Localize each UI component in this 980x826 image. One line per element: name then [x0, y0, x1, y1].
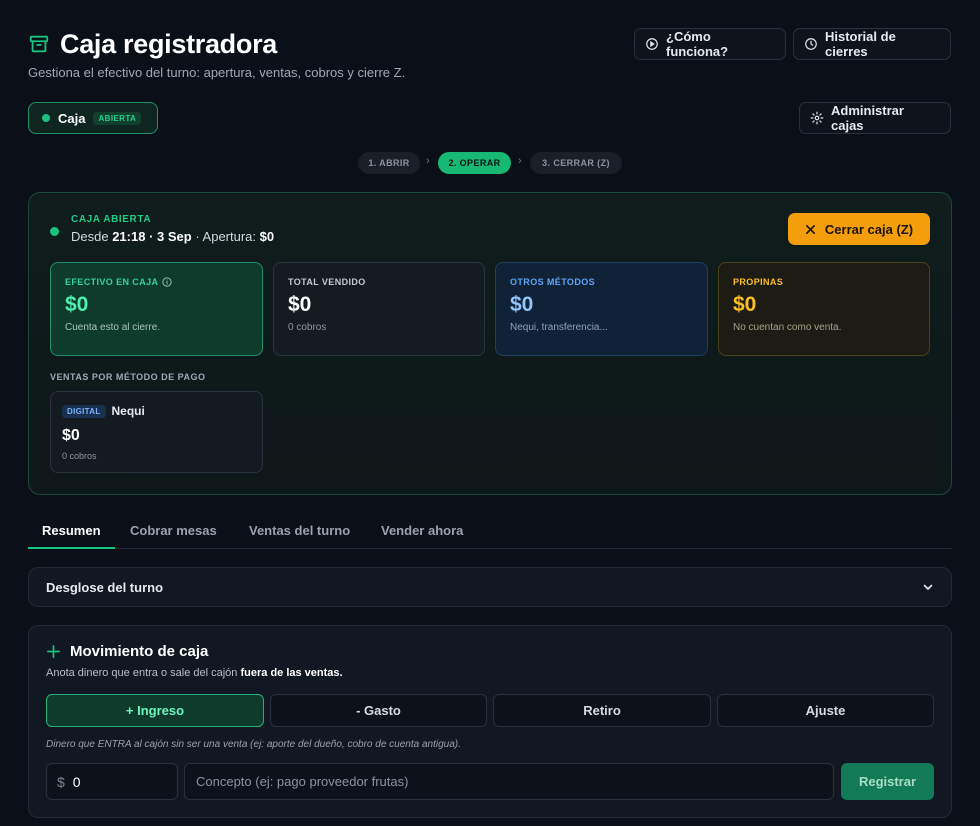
status-title: CAJA ABIERTA [71, 214, 152, 225]
other-methods-card: OTROS MÉTODOS $0 Nequi, transferencia... [495, 262, 708, 356]
chevron-right-icon: › [518, 155, 522, 167]
movement-title-row: Movimiento de caja [46, 643, 208, 660]
shift-breakdown-accordion[interactable]: Desglose del turno [28, 567, 952, 607]
movement-type-adjustment[interactable]: Ajuste [717, 694, 934, 727]
movement-description-bold: fuera de las ventas. [240, 667, 343, 679]
manage-registers-label: Administrar cajas [831, 103, 904, 133]
movement-type-income[interactable]: + Ingreso [46, 694, 264, 727]
play-circle-icon [645, 37, 659, 51]
chevron-right-icon: › [426, 155, 430, 167]
closing-history-label: Historial de cierres [825, 29, 896, 59]
amount-input[interactable] [72, 773, 163, 790]
gear-icon [810, 111, 824, 125]
register-movement-button[interactable]: Registrar [841, 763, 934, 800]
close-register-label: Cerrar caja (Z) [824, 221, 914, 237]
status-opening-value: $0 [259, 229, 275, 244]
caja-selector[interactable]: Caja ABIERTA [28, 102, 158, 134]
closing-history-button[interactable]: Historial de cierres [793, 28, 951, 60]
movement-description: Anota dinero que entra o sale del cajón … [46, 667, 343, 679]
concept-input[interactable] [196, 774, 822, 789]
movement-type-withdrawal[interactable]: Retiro [493, 694, 711, 727]
total-sold-card: TOTAL VENDIDO $0 0 cobros [273, 262, 485, 356]
card-note: 0 cobros [288, 322, 327, 333]
payment-method-card: DIGITAL Nequi $0 0 cobros [50, 391, 263, 473]
card-value: $0 [510, 293, 534, 316]
tab-bar: Resumen Cobrar mesas Ventas del turno Ve… [28, 513, 952, 549]
method-badge: DIGITAL [62, 404, 106, 418]
step-close: 3. CERRAR (Z) [530, 152, 622, 174]
manage-registers-button[interactable]: Administrar cajas [799, 102, 951, 134]
tab-summary[interactable]: Resumen [42, 523, 101, 538]
card-label: EFECTIVO EN CAJA [65, 277, 248, 287]
status-since-prefix: Desde [71, 229, 109, 244]
status-line: Desde 21:18 · 3 Sep · Apertura: $0 [71, 229, 274, 244]
method-header: DIGITAL Nequi [62, 404, 251, 418]
card-label-text: EFECTIVO EN CAJA [65, 277, 159, 287]
step-open: 1. ABRIR [358, 152, 420, 174]
method-value: $0 [62, 427, 80, 444]
close-icon [805, 224, 816, 235]
how-it-works-label: ¿Cómo funciona? [666, 29, 729, 59]
cash-in-register-card: EFECTIVO EN CAJA $0 Cuenta esto al cierr… [50, 262, 263, 356]
page-subtitle: Gestiona el efectivo del turno: apertura… [28, 65, 406, 80]
plus-icon [46, 644, 61, 659]
method-note: 0 cobros [62, 451, 97, 461]
cash-register-icon [28, 33, 50, 55]
page-title: Caja registradora [60, 28, 277, 59]
movement-description-text: Anota dinero que entra o sale del cajón [46, 667, 241, 679]
card-note: Nequi, transferencia... [510, 322, 608, 333]
card-label: OTROS MÉTODOS [510, 277, 596, 287]
open-status-dot [42, 114, 50, 122]
currency-prefix: $ [57, 773, 65, 790]
status-since-value: 21:18 · 3 Sep [112, 229, 192, 244]
card-label: TOTAL VENDIDO [288, 277, 366, 287]
method-name: Nequi [111, 404, 145, 418]
caja-label: Caja [58, 110, 86, 126]
active-tab-indicator [28, 547, 115, 549]
movement-type-expense[interactable]: - Gasto [270, 694, 487, 727]
status-dot [50, 227, 59, 236]
tab-shift-sales[interactable]: Ventas del turno [249, 523, 350, 538]
step-operate: 2. OPERAR [438, 152, 511, 174]
close-register-button[interactable]: Cerrar caja (Z) [788, 213, 930, 245]
open-badge: ABIERTA [93, 111, 142, 125]
accordion-title: Desglose del turno [46, 579, 164, 595]
concept-field[interactable] [184, 763, 834, 800]
tab-charge-tables[interactable]: Cobrar mesas [130, 523, 217, 538]
amount-field[interactable]: $ [46, 763, 178, 800]
info-icon[interactable] [162, 277, 173, 287]
card-note: No cuentan como venta. [733, 322, 842, 333]
card-value: $0 [288, 293, 312, 316]
chevron-down-icon [922, 581, 934, 593]
movement-hint: Dinero que ENTRA al cajón sin ser una ve… [46, 739, 461, 750]
movement-title: Movimiento de caja [70, 643, 209, 660]
card-label: PROPINAS [733, 277, 784, 287]
how-it-works-button[interactable]: ¿Cómo funciona? [634, 28, 786, 60]
title-row: Caja registradora [28, 28, 277, 60]
tips-card: PROPINAS $0 No cuentan como venta. [718, 262, 930, 356]
card-value: $0 [733, 293, 757, 316]
clock-icon [804, 37, 818, 51]
card-note: Cuenta esto al cierre. [65, 322, 161, 333]
tab-sell-now[interactable]: Vender ahora [381, 523, 463, 538]
status-opening-label: · Apertura: [195, 229, 257, 244]
card-value: $0 [65, 293, 89, 316]
sales-by-method-title: VENTAS POR MÉTODO DE PAGO [50, 372, 206, 382]
